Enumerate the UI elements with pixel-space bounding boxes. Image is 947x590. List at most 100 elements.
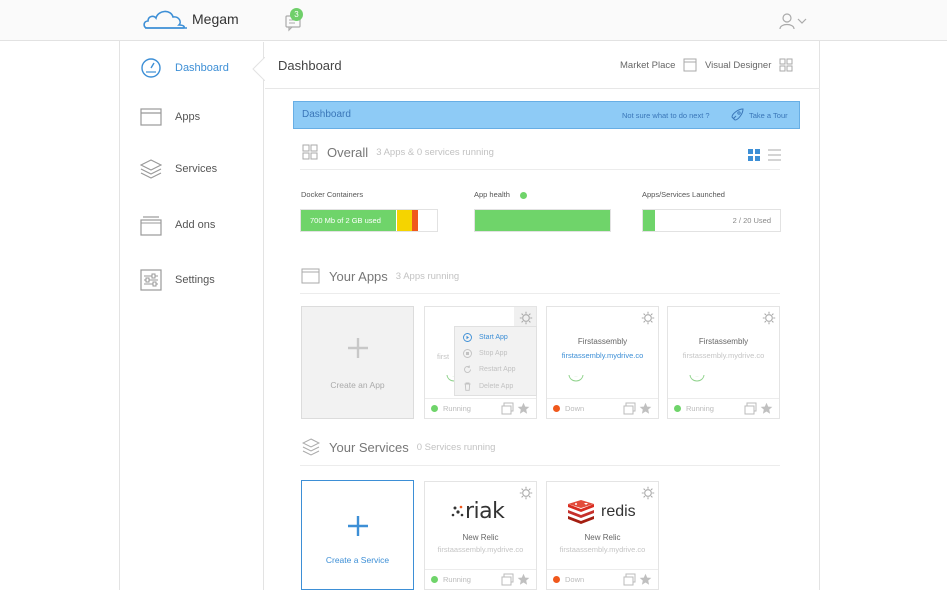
launched-label: Apps/Services Launched: [642, 190, 725, 199]
active-indicator-arrow: [252, 57, 265, 81]
menu-item-stop-app[interactable]: Stop App: [455, 345, 536, 361]
section-divider: [300, 293, 780, 294]
redis-stack-icon: [568, 500, 594, 524]
marketplace-label: Market Place: [620, 59, 676, 71]
gauge-icon: [141, 58, 161, 78]
grid-icon: [779, 58, 793, 72]
sidebar-item-settings[interactable]: Settings: [120, 260, 264, 300]
sidebar-item-label: Apps: [175, 111, 201, 123]
star-icon[interactable]: [517, 402, 530, 415]
create-app-card[interactable]: Create an App: [301, 306, 414, 419]
app-badge-icon: ...: [568, 374, 584, 382]
overall-title: Overall: [327, 144, 369, 160]
status-dot: [431, 576, 438, 583]
app-name: Firstassembly: [577, 337, 628, 346]
banner-title: Dashboard: [302, 109, 351, 120]
gear-icon[interactable]: [762, 311, 776, 325]
launched-fill: [643, 210, 657, 231]
play-circle-icon: [463, 332, 472, 342]
services-subtitle: 0 Services running: [416, 441, 496, 453]
app-card[interactable]: Firstassembly firstassembly.mydrive.co .…: [667, 306, 780, 419]
rocket-icon: [731, 108, 744, 121]
docker-usage-text: 700 Mb of 2 GB used: [310, 216, 381, 225]
gear-icon[interactable]: [641, 486, 655, 500]
window-icon: [301, 268, 320, 284]
riak-dots-icon: [451, 505, 464, 516]
sidebar-item-label: Add ons: [175, 219, 216, 231]
app-url[interactable]: firstassembly.mydrive.co: [547, 351, 658, 360]
service-url[interactable]: firstaassembly.mydrive.co: [547, 545, 658, 554]
cloud-icon: [143, 10, 187, 29]
app-context-menu: Start App Stop App Restart App Delete Ap…: [454, 326, 537, 396]
riak-logo: riak: [451, 499, 505, 524]
user-menu-icon[interactable]: [778, 12, 808, 30]
app-card-footer: Running: [425, 398, 536, 418]
copy-icon[interactable]: [623, 402, 636, 415]
sidebar-item-apps[interactable]: Apps: [120, 97, 264, 137]
service-card[interactable]: riak New Relic firstaassembly.mydrive.co…: [424, 481, 537, 590]
gear-icon[interactable]: [519, 486, 533, 500]
visual-designer-link[interactable]: Visual Designer: [705, 58, 793, 72]
menu-item-label: Stop App: [479, 349, 508, 357]
app-badge-icon: ...: [689, 374, 705, 382]
star-icon[interactable]: [639, 402, 652, 415]
copy-icon[interactable]: [623, 573, 636, 586]
gear-icon[interactable]: [641, 311, 655, 325]
layers-icon: [140, 159, 162, 179]
svg-text:...: ...: [575, 374, 578, 378]
app-card[interactable]: Firstassembly firstassembly.mydrive.co .…: [546, 306, 659, 419]
menu-item-restart-app[interactable]: Restart App: [455, 361, 536, 377]
app-health-text: App health: [474, 190, 510, 199]
service-status: Down: [565, 575, 585, 584]
list-view-icon[interactable]: [768, 149, 781, 161]
app-url[interactable]: firstassembly.mydrive.co: [668, 351, 779, 360]
app-card-footer: Down: [547, 398, 658, 418]
copy-icon[interactable]: [501, 402, 514, 415]
take-tour-button[interactable]: Take a Tour: [730, 108, 788, 122]
star-icon[interactable]: [639, 573, 652, 586]
menu-item-delete-app[interactable]: Delete App: [455, 378, 536, 394]
star-icon[interactable]: [760, 402, 773, 415]
sidebar-item-services[interactable]: Services: [120, 149, 264, 189]
service-card[interactable]: redis New Relic firstaassembly.mydrive.c…: [546, 481, 659, 590]
plus-icon: [302, 337, 413, 364]
sliders-icon: [140, 269, 162, 291]
menu-item-label: Restart App: [479, 365, 516, 373]
app-status: Down: [565, 404, 585, 413]
brand-logo[interactable]: Megam: [143, 6, 239, 32]
app-card-footer: Running: [668, 398, 779, 418]
sidebar-item-label: Dashboard: [175, 62, 229, 74]
launched-bar: 2 / 20 Used: [642, 209, 781, 232]
copy-icon[interactable]: [744, 402, 757, 415]
banner-help-text[interactable]: Not sure what to do next ?: [622, 111, 710, 120]
sidebar-item-dashboard[interactable]: Dashboard: [120, 48, 264, 88]
create-app-label: Create an App: [330, 380, 385, 390]
window-icon: [140, 108, 162, 126]
app-health-bar: [474, 209, 611, 232]
apps-title: Your Apps: [329, 268, 388, 284]
stop-circle-icon: [463, 348, 472, 358]
plus-icon: [302, 515, 413, 542]
browser-icon: [683, 58, 697, 72]
sidebar-item-addons[interactable]: Add ons: [120, 205, 264, 245]
marketplace-link[interactable]: Market Place: [620, 58, 697, 72]
gear-icon[interactable]: [519, 311, 533, 325]
grid-view-icon[interactable]: [748, 149, 760, 161]
sidebar-item-label: Settings: [175, 274, 215, 286]
overall-subtitle: 3 Apps & 0 services running: [376, 146, 494, 158]
service-url[interactable]: firstaassembly.mydrive.co: [425, 545, 536, 554]
status-dot: [431, 405, 438, 412]
create-service-card[interactable]: Create a Service: [301, 480, 414, 590]
visual-designer-label: Visual Designer: [705, 59, 772, 71]
star-icon[interactable]: [517, 573, 530, 586]
menu-item-start-app[interactable]: Start App: [455, 329, 536, 345]
copy-icon[interactable]: [501, 573, 514, 586]
notification-count-badge: 3: [290, 8, 303, 21]
status-dot: [674, 405, 681, 412]
redis-logo: redis: [567, 500, 636, 524]
app-url: first: [437, 352, 450, 361]
create-service-label: Create a Service: [325, 555, 390, 565]
dashboard-grid-icon: [302, 144, 318, 160]
health-status-dot: [519, 191, 527, 199]
launched-text: 2 / 20 Used: [732, 216, 771, 225]
